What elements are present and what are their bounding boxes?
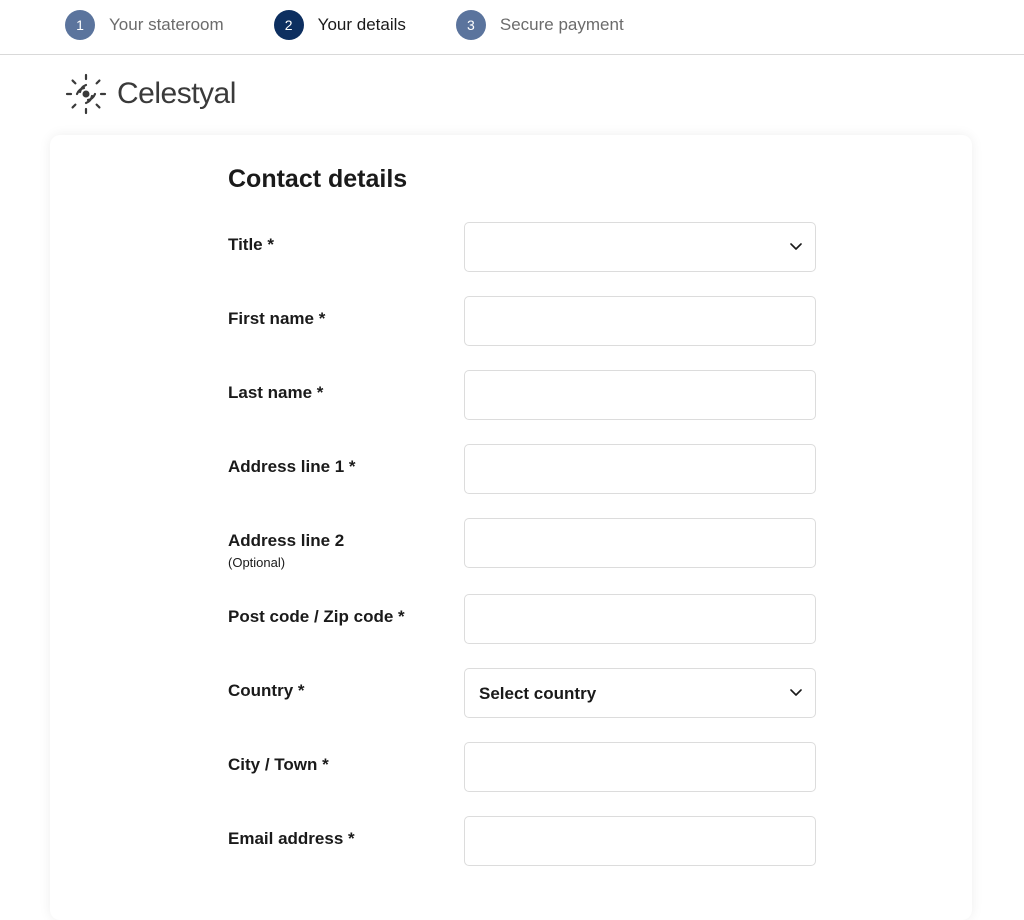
field-row-title: Title * (228, 222, 972, 272)
city-input[interactable] (464, 742, 816, 792)
booking-progress: 1 Your stateroom 2 Your details 3 Secure… (0, 0, 1024, 55)
step-number-badge: 2 (274, 10, 304, 40)
country-select[interactable]: Select country (464, 668, 816, 718)
title-select[interactable] (464, 222, 816, 272)
progress-step-2[interactable]: 2 Your details (274, 10, 406, 40)
step-label: Your stateroom (109, 15, 224, 35)
step-label: Your details (318, 15, 406, 35)
first-name-label: First name * (228, 308, 464, 330)
country-label: Country * (228, 680, 464, 702)
celestyal-logo-icon (65, 73, 107, 115)
field-row-first-name: First name * (228, 296, 972, 346)
last-name-input[interactable] (464, 370, 816, 420)
step-number-badge: 3 (456, 10, 486, 40)
field-row-postcode: Post code / Zip code * (228, 594, 972, 644)
address1-label: Address line 1 * (228, 456, 464, 478)
contact-details-panel: Contact details Title * First name * (50, 135, 972, 920)
postcode-input[interactable] (464, 594, 816, 644)
field-row-last-name: Last name * (228, 370, 972, 420)
field-row-address1: Address line 1 * (228, 444, 972, 494)
title-label: Title * (228, 234, 464, 256)
email-label: Email address * (228, 828, 464, 850)
step-label: Secure payment (500, 15, 624, 35)
section-heading: Contact details (228, 165, 972, 194)
progress-step-1[interactable]: 1 Your stateroom (65, 10, 224, 40)
brand-header: Celestyal (0, 55, 1024, 135)
field-row-country: Country * Select country (228, 668, 972, 718)
postcode-label: Post code / Zip code * (228, 606, 464, 628)
step-number-badge: 1 (65, 10, 95, 40)
email-input[interactable] (464, 816, 816, 866)
address2-label: Address line 2 (228, 530, 464, 552)
address2-sublabel: (Optional) (228, 555, 464, 570)
field-row-email: Email address * (228, 816, 972, 866)
field-row-address2: Address line 2 (Optional) (228, 518, 972, 570)
progress-step-3[interactable]: 3 Secure payment (456, 10, 624, 40)
field-row-city: City / Town * (228, 742, 972, 792)
first-name-input[interactable] (464, 296, 816, 346)
city-label: City / Town * (228, 754, 464, 776)
brand-name: Celestyal (117, 77, 236, 111)
last-name-label: Last name * (228, 382, 464, 404)
address2-input[interactable] (464, 518, 816, 568)
address1-input[interactable] (464, 444, 816, 494)
